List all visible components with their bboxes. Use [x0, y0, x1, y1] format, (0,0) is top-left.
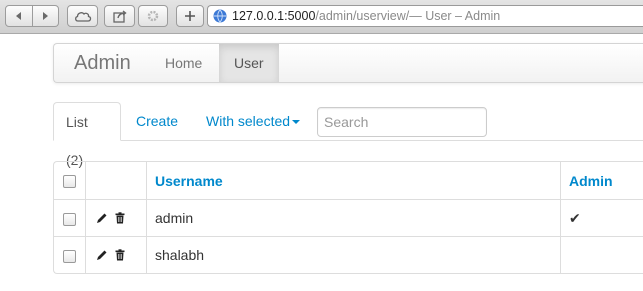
trash-icon[interactable] — [114, 212, 126, 224]
table-header-row: Username Admin — [54, 162, 643, 199]
caret-down-icon — [292, 120, 301, 125]
address-bar[interactable]: 127.0.0.1:5000/admin/userview/ — User – … — [207, 5, 643, 27]
trash-icon[interactable] — [114, 249, 126, 261]
cell-admin — [560, 236, 643, 273]
tab-list[interactable]: List (2) — [53, 102, 121, 168]
nav-item-home[interactable]: Home — [150, 44, 217, 82]
url-host: 127.0.0.1:5000 — [232, 9, 316, 23]
url-path: /admin/userview/ — [315, 9, 410, 23]
with-selected-label: With selected — [206, 113, 291, 129]
brand[interactable]: Admin — [74, 52, 131, 75]
browser-toolbar: 127.0.0.1:5000/admin/userview/ — User – … — [0, 0, 643, 34]
with-selected-dropdown[interactable]: With selected — [194, 102, 312, 140]
add-tab-icon — [185, 11, 195, 21]
settings-icon — [147, 10, 159, 22]
settings-button[interactable] — [138, 5, 168, 27]
cell-admin: ✔ — [560, 199, 643, 236]
row-checkbox[interactable] — [63, 212, 76, 226]
user-table: Username Admin admin ✔ shalabh — [53, 161, 643, 274]
globe-icon — [213, 9, 227, 23]
forward-button[interactable] — [32, 5, 59, 27]
pencil-icon[interactable] — [96, 212, 108, 224]
share-button[interactable] — [104, 5, 135, 27]
table-row: admin ✔ — [54, 199, 643, 236]
select-all-checkbox[interactable] — [63, 175, 76, 189]
back-icon — [15, 12, 21, 20]
page-title-suffix: — User – Admin — [409, 9, 501, 23]
column-header-username[interactable]: Username — [146, 162, 560, 199]
back-button[interactable] — [5, 5, 33, 27]
icloud-icon — [74, 12, 91, 22]
row-checkbox[interactable] — [63, 249, 76, 263]
cell-username: admin — [146, 199, 560, 236]
cell-username: shalabh — [146, 236, 560, 273]
add-tab-button[interactable] — [176, 5, 204, 27]
pencil-icon[interactable] — [96, 249, 108, 261]
history-nav — [5, 5, 59, 27]
table-row: shalabh — [54, 236, 643, 273]
forward-icon — [43, 12, 49, 20]
icloud-button[interactable] — [67, 5, 98, 27]
share-icon — [112, 10, 127, 23]
tab-create[interactable]: Create — [124, 102, 190, 140]
nav-item-user[interactable]: User — [219, 44, 279, 82]
admin-navbar: Admin Home User — [53, 43, 643, 83]
search-input[interactable] — [317, 107, 487, 137]
column-header-admin[interactable]: Admin — [560, 162, 643, 199]
